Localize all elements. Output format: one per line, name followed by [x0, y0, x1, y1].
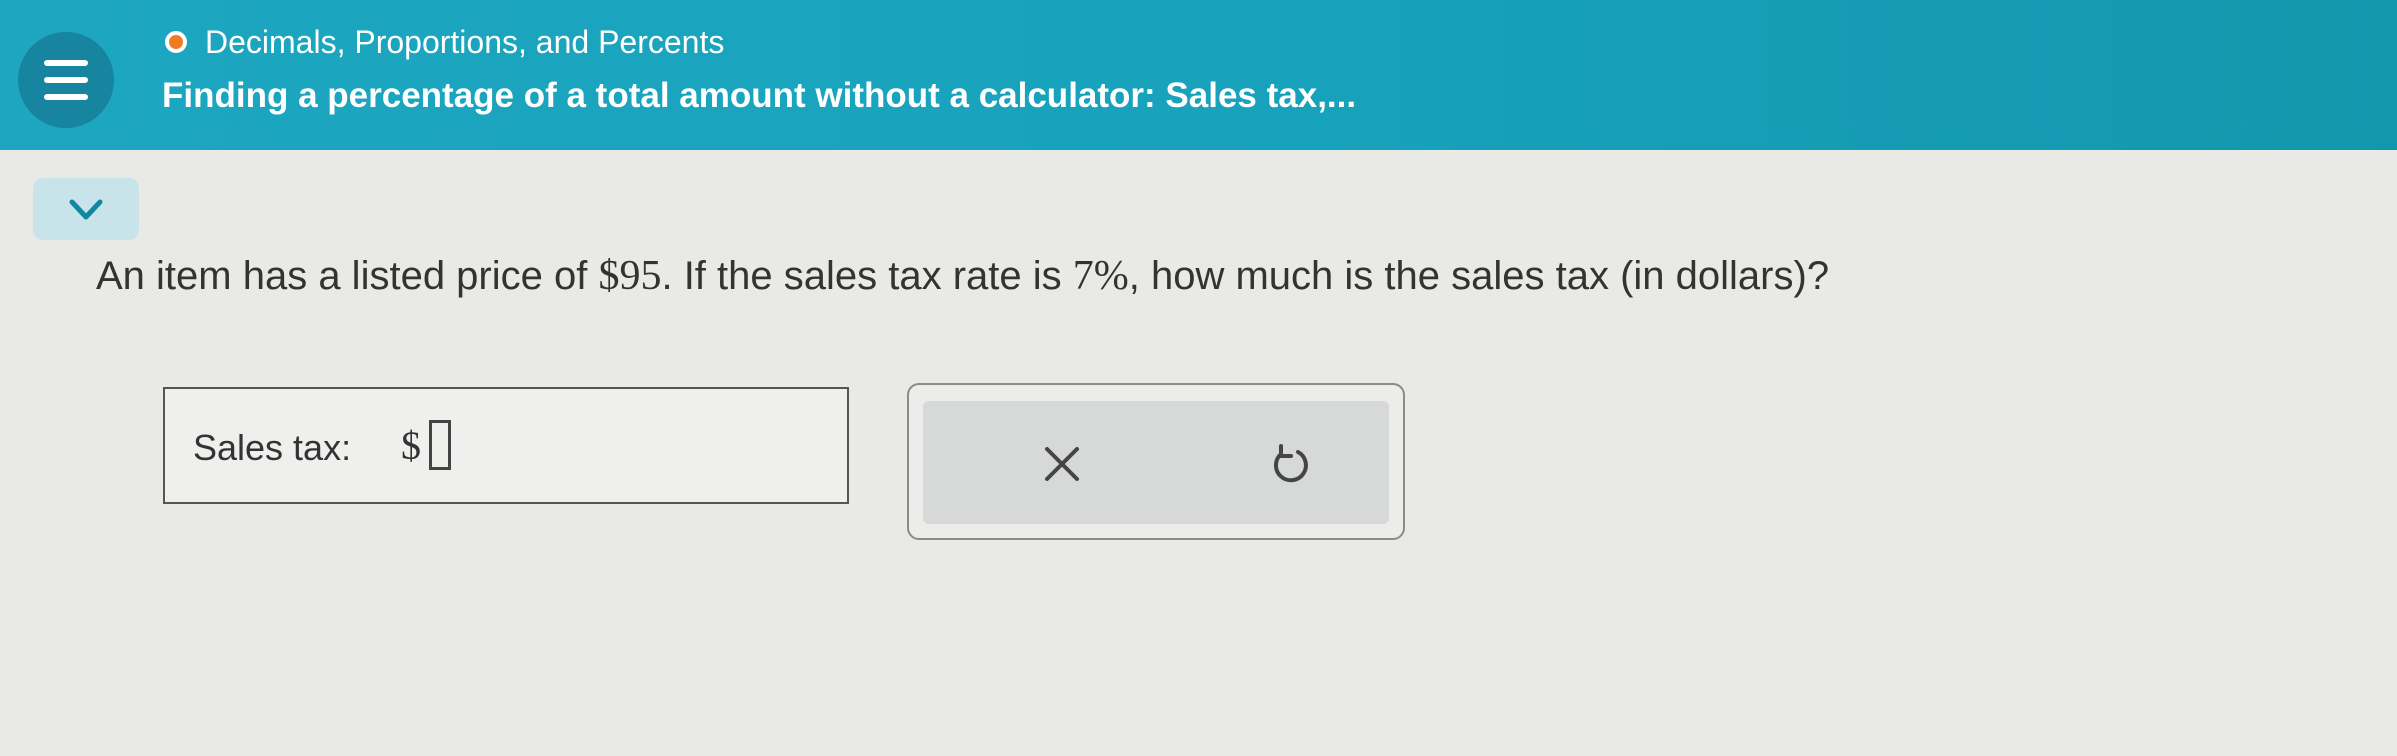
tax-rate: 7% [1072, 253, 1129, 299]
hamburger-menu-icon-bottom-line [44, 94, 88, 100]
undo-icon [1273, 444, 1308, 483]
currency-symbol: $ [401, 423, 421, 468]
close-icon [1045, 447, 1079, 481]
undo-button[interactable] [1264, 439, 1314, 489]
question-middle: . If the sales tax rate is [661, 254, 1073, 298]
question-intro: An item has a listed price of [96, 254, 599, 298]
status-dot-icon [165, 31, 187, 53]
sales-tax-label: Sales tax: [193, 427, 352, 468]
hamburger-menu-icon [44, 60, 88, 66]
question-end: , how much is the sales tax (in dollars)… [1128, 254, 1830, 298]
item-price: $95 [598, 253, 662, 299]
answer-box: Sales tax: $ [163, 387, 849, 504]
topic-breadcrumb: Decimals, Proportions, and Percents [165, 22, 724, 62]
sales-tax-input[interactable] [429, 420, 451, 470]
question-text: An item has a listed price of $95. If th… [96, 252, 1829, 300]
collapse-explanation-button[interactable] [33, 178, 139, 240]
hamburger-menu-icon-middle-line [44, 77, 88, 83]
topic-header: Decimals, Proportions, and Percents Find… [0, 0, 2397, 150]
answer-action-buttons [923, 401, 1389, 524]
answer-action-panel [907, 383, 1405, 540]
chevron-down-icon [69, 199, 103, 220]
page-title: Finding a percentage of a total amount w… [162, 76, 1357, 115]
topic-name: Decimals, Proportions, and Percents [205, 23, 725, 60]
menu-button[interactable] [18, 32, 114, 128]
clear-answer-button[interactable] [1037, 439, 1087, 489]
